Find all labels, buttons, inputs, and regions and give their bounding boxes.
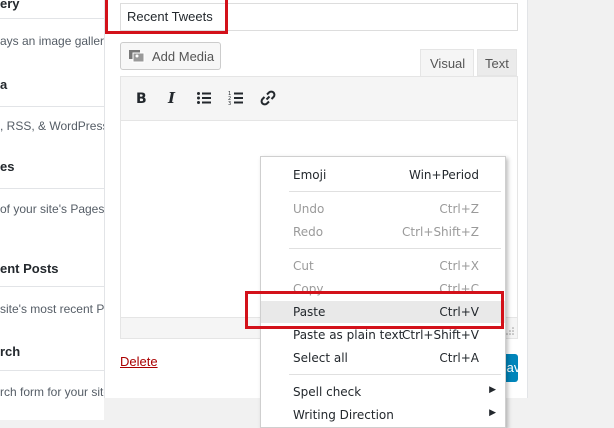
widget-description: site's most recent Po bbox=[0, 302, 104, 316]
menu-item-shortcut: Win+Period bbox=[408, 168, 479, 182]
menu-item-spell-check[interactable]: Spell check ▶ bbox=[261, 381, 505, 403]
svg-text:B: B bbox=[136, 91, 147, 106]
menu-item-label: Spell check bbox=[293, 385, 362, 399]
editor-toolbar: B I 1 2 3 bbox=[121, 77, 517, 121]
widget-title: ent Posts bbox=[0, 261, 59, 276]
menu-item-label: Paste as plain text bbox=[293, 328, 404, 342]
widget-description: ays an image gallery bbox=[0, 34, 104, 48]
menu-item-redo[interactable]: Redo Ctrl+Shift+Z bbox=[261, 221, 505, 243]
svg-text:3: 3 bbox=[228, 101, 231, 106]
widget-title: es bbox=[0, 159, 15, 174]
media-icon bbox=[129, 50, 145, 63]
delete-widget-link[interactable]: Delete bbox=[120, 354, 158, 369]
widget-description: , RSS, & WordPress. bbox=[0, 119, 104, 133]
available-widgets-list: ery ays an image gallery a , RSS, & Word… bbox=[0, 0, 104, 420]
add-media-label: Add Media bbox=[152, 49, 215, 64]
widget-item-pages[interactable]: es bbox=[0, 146, 104, 189]
tab-visual-label: Visual bbox=[430, 56, 466, 71]
resize-handle-icon[interactable] bbox=[506, 327, 514, 335]
menu-item-writing-direction[interactable]: Writing Direction ▶ bbox=[261, 404, 505, 426]
menu-item-label: Select all bbox=[293, 351, 348, 365]
link-icon bbox=[260, 90, 276, 106]
numbered-list-button[interactable]: 1 2 3 bbox=[223, 85, 249, 111]
widget-item-search[interactable]: rch bbox=[0, 326, 104, 371]
tab-text[interactable]: Text bbox=[477, 49, 517, 76]
tab-visual[interactable]: Visual bbox=[420, 49, 474, 76]
widget-description: of your site's Pages. bbox=[0, 202, 104, 216]
menu-item-shortcut: Ctrl+Shift+V bbox=[402, 328, 479, 342]
menu-item-label: Cut bbox=[293, 259, 314, 273]
title-highlight-box bbox=[105, 0, 228, 34]
menu-item-emoji[interactable]: Emoji Win+Period bbox=[261, 164, 505, 186]
menu-item-cut[interactable]: Cut Ctrl+X bbox=[261, 255, 505, 277]
submenu-arrow-icon: ▶ bbox=[489, 408, 496, 418]
menu-item-label: Undo bbox=[293, 202, 325, 216]
menu-item-shortcut: Ctrl+A bbox=[439, 351, 479, 365]
menu-item-label: Redo bbox=[293, 225, 324, 239]
insert-link-button[interactable] bbox=[255, 85, 281, 111]
menu-separator bbox=[289, 374, 501, 375]
bold-icon: B bbox=[136, 91, 147, 106]
bold-button[interactable]: B bbox=[128, 85, 154, 111]
menu-item-select-all[interactable]: Select all Ctrl+A bbox=[261, 347, 505, 369]
numbered-list-icon: 1 2 3 bbox=[228, 91, 243, 106]
menu-item-undo[interactable]: Undo Ctrl+Z bbox=[261, 198, 505, 220]
menu-item-shortcut: Ctrl+Shift+Z bbox=[402, 225, 479, 239]
italic-icon: I bbox=[167, 90, 176, 106]
menu-separator bbox=[289, 191, 501, 192]
menu-item-shortcut: Ctrl+X bbox=[439, 259, 479, 273]
widget-description: rch form for your site bbox=[0, 385, 104, 399]
submenu-arrow-icon: ▶ bbox=[489, 385, 496, 395]
widget-title: a bbox=[0, 77, 8, 92]
widget-title: ery bbox=[0, 0, 20, 11]
widget-item-gallery[interactable]: ery bbox=[0, 0, 104, 19]
background-strip bbox=[526, 0, 614, 420]
paste-highlight-box bbox=[245, 291, 504, 329]
bulleted-list-button[interactable] bbox=[191, 85, 217, 111]
bulleted-list-icon bbox=[197, 92, 211, 104]
add-media-button[interactable]: Add Media bbox=[120, 42, 221, 70]
tab-text-label: Text bbox=[485, 56, 509, 71]
widget-item-rss[interactable]: a bbox=[0, 64, 104, 107]
widget-item-recent-posts[interactable]: ent Posts bbox=[0, 244, 104, 287]
italic-button[interactable]: I bbox=[159, 85, 185, 111]
menu-item-shortcut: Ctrl+Z bbox=[439, 202, 479, 216]
menu-item-label: Emoji bbox=[293, 168, 327, 182]
widget-title: rch bbox=[0, 344, 21, 359]
menu-separator bbox=[289, 248, 501, 249]
svg-text:I: I bbox=[167, 90, 176, 106]
